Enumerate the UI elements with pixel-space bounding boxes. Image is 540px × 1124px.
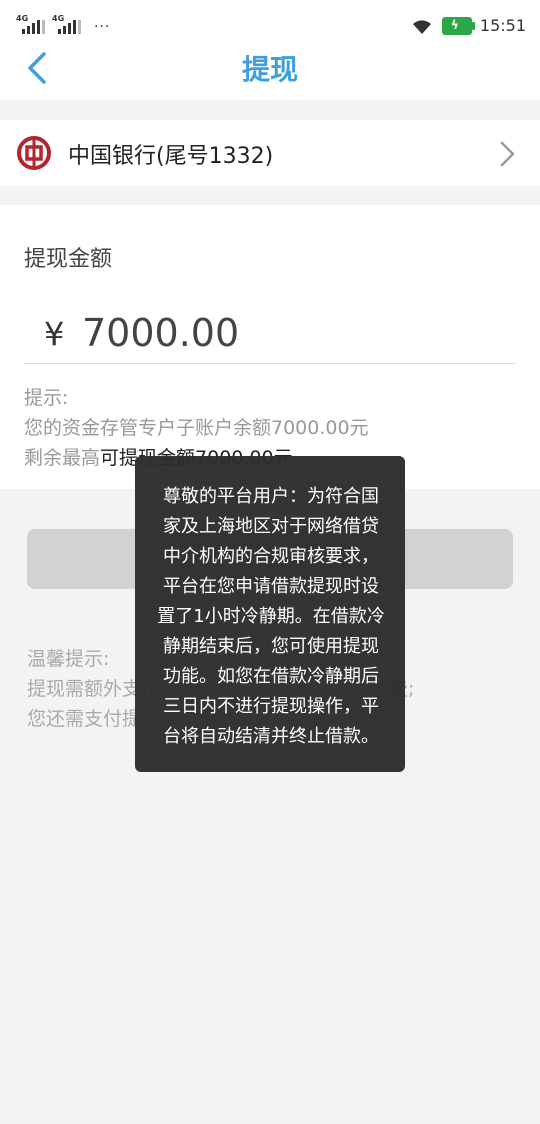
status-left: 4G 4G ···: [16, 14, 111, 35]
chevron-right-icon: [500, 141, 515, 167]
bank-name: 中国银行(尾号1332): [68, 144, 274, 169]
bank-card-selector[interactable]: 中国银行(尾号1332): [0, 120, 540, 186]
hint-title: 提示:: [24, 387, 69, 409]
tips-title: 温馨提示:: [27, 648, 110, 670]
currency-symbol: ¥: [44, 315, 65, 353]
amount-input[interactable]: ¥ 7000.00: [24, 309, 516, 364]
withdraw-amount-card: 提现金额 ¥ 7000.00 提示: 您的资金存管专户子账户余额7000.00元…: [0, 205, 540, 489]
hint-max-prefix: 剩余最高: [24, 447, 101, 469]
toast-message: 尊敬的平台用户：为符合国家及上海地区对于网络借贷中介机构的合规审核要求，平台在您…: [157, 486, 385, 747]
status-right: ϟ 15:51: [410, 16, 526, 35]
clock: 15:51: [479, 16, 526, 35]
signal-icon: 4G: [52, 14, 82, 34]
amount-label: 提现金额: [24, 247, 113, 272]
hint-balance: 您的资金存管专户子账户余额7000.00元: [24, 417, 369, 439]
bank-of-china-logo-icon: [17, 136, 51, 170]
wifi-icon: [412, 19, 431, 34]
page-title: 提现: [241, 53, 298, 86]
battery-icon: ϟ: [441, 16, 475, 35]
amount-value[interactable]: 7000.00: [82, 311, 239, 355]
cooling-period-toast: 尊敬的平台用户：为符合国家及上海地区对于网络借贷中介机构的合规审核要求，平台在您…: [135, 456, 405, 772]
more-notifications-icon: ···: [94, 19, 111, 35]
signal-icon: 4G: [16, 14, 46, 34]
nav-bar: 提现: [0, 40, 540, 100]
